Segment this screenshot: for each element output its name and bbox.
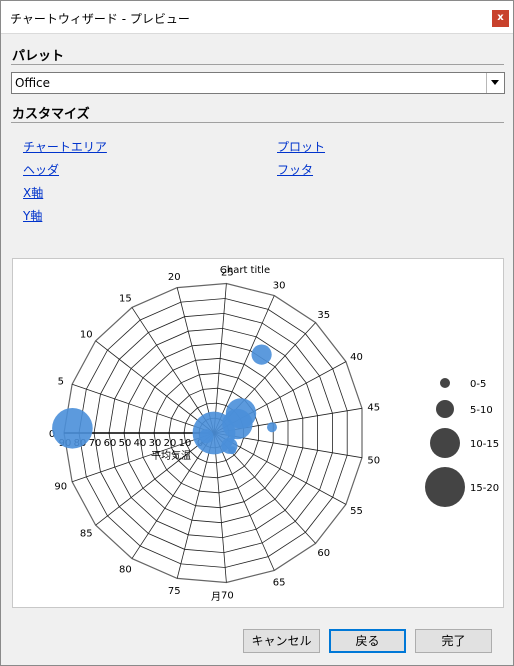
palette-select[interactable]: Office (11, 72, 505, 94)
radial-tick-label: 50 (119, 438, 132, 449)
legend-label: 0-5 (470, 379, 486, 390)
bubble (267, 422, 277, 433)
link-x-axis[interactable]: X軸 (23, 184, 43, 201)
bubble (251, 344, 272, 365)
customize-divider (11, 122, 504, 123)
radial-tick-label: 10 (179, 438, 192, 449)
angle-tick-label: 50 (367, 456, 380, 467)
angle-tick-label: 40 (350, 352, 363, 363)
angle-tick-label: 85 (80, 529, 93, 540)
angle-tick-label: 10 (80, 330, 93, 341)
y-axis-label: 平均気温 (151, 449, 191, 462)
radial-tick-label: 60 (104, 438, 117, 449)
legend-label: 10-15 (470, 439, 499, 450)
radial-tick-label: 20 (164, 438, 177, 449)
chevron-down-icon[interactable] (486, 73, 504, 93)
link-footer[interactable]: フッタ (277, 161, 313, 178)
link-plot[interactable]: プロット (277, 138, 325, 155)
bubble (52, 408, 93, 449)
title-bar: チャートウィザード - プレビュー x (1, 1, 513, 34)
angle-tick-label: 20 (168, 272, 181, 283)
x-axis-label: 月 (211, 591, 221, 603)
radial-tick-label: 70 (89, 438, 102, 449)
link-y-axis[interactable]: Y軸 (23, 207, 42, 224)
window-title: チャートウィザード - プレビュー (10, 12, 190, 26)
angle-tick-label: 35 (317, 310, 330, 321)
angle-tick-label: 25 (221, 268, 234, 279)
bubble (228, 446, 237, 455)
angle-tick-label: 80 (119, 565, 132, 576)
grid-spoke (71, 383, 215, 434)
grid-spoke (213, 432, 275, 571)
angle-tick-label: 75 (168, 586, 181, 597)
angle-tick-label: 90 (54, 482, 67, 493)
palette-select-value: Office (15, 76, 51, 90)
polar-bubble-chart: Chart title 05101520 25303540455055606570… (49, 265, 499, 603)
angle-tick-label: 55 (350, 506, 363, 517)
cancel-button[interactable]: キャンセル (243, 629, 320, 653)
radial-tick-label: 30 (149, 438, 162, 449)
angle-tick-label: 70 (221, 590, 234, 601)
customize-heading: カスタマイズ (12, 107, 90, 122)
back-button[interactable]: 戻る (329, 629, 406, 653)
legend-bubble (425, 467, 465, 507)
finish-button[interactable]: 完了 (415, 629, 492, 653)
palette-divider (11, 64, 504, 65)
legend-bubble (436, 400, 454, 418)
bubble (222, 408, 253, 440)
legend-label: 15-20 (470, 483, 499, 494)
grid-spoke (176, 287, 215, 434)
chart-wizard-window: チャートウィザード - プレビュー x パレット Office カスタマイズ チ… (0, 0, 514, 666)
bubble (199, 429, 214, 444)
grid-spoke (95, 340, 215, 434)
radial-tick-label: 40 (134, 438, 147, 449)
angle-tick-label: 60 (317, 548, 330, 559)
chart-preview: Chart title 0 5 10 15 20 25 30 35 40 45 50 55 60 65 70… (12, 258, 504, 608)
legend-bubble (440, 378, 450, 388)
angle-tick-label: 65 (273, 577, 286, 588)
legend-label: 5-10 (470, 405, 493, 416)
close-button[interactable]: x (492, 10, 509, 27)
palette-heading: パレット (12, 49, 65, 64)
angle-tick-label: 45 (367, 402, 380, 413)
angle-tick-label: 5 (58, 376, 64, 387)
angle-tick-label: 15 (119, 293, 132, 304)
grid-spoke (131, 307, 215, 434)
legend-bubble (430, 428, 460, 458)
angle-tick-label: 30 (273, 281, 286, 292)
link-chart-area[interactable]: チャートエリア (23, 138, 107, 155)
link-header[interactable]: ヘッダ (23, 161, 59, 178)
